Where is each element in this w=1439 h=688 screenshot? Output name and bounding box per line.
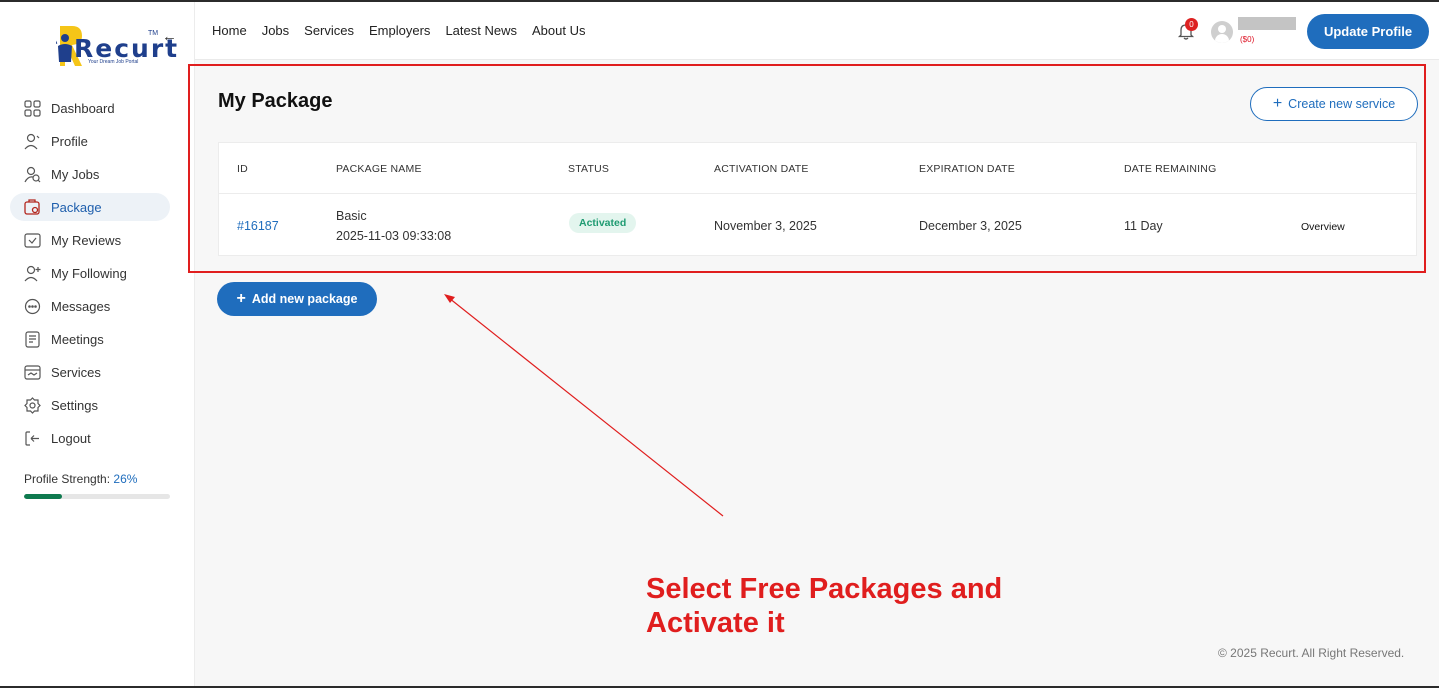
nav-link-latest-news[interactable]: Latest News <box>445 23 517 38</box>
following-icon <box>24 265 41 282</box>
sidebar-item-label: Dashboard <box>51 100 115 116</box>
sidebar-item-label: Logout <box>51 430 91 446</box>
create-new-service-label: Create new service <box>1288 97 1396 111</box>
profile-strength-bar <box>24 494 170 499</box>
page-title: My Package <box>218 90 333 112</box>
column-header-status: STATUS <box>568 163 610 175</box>
update-profile-button[interactable]: Update Profile <box>1307 14 1429 49</box>
overview-link[interactable]: Overview <box>1301 221 1345 233</box>
sidebar-item-label: Meetings <box>51 331 104 347</box>
settings-icon <box>24 396 41 414</box>
sidebar-item-label: Settings <box>51 397 98 413</box>
sidebar-item-services[interactable]: Services <box>10 358 170 386</box>
sidebar-item-messages[interactable]: Messages <box>10 292 170 320</box>
logo-trademark: TM <box>148 30 159 37</box>
sidebar-item-package[interactable]: Package <box>10 193 170 221</box>
sidebar-item-label: Package <box>51 199 102 215</box>
annotation-line-1: Select Free Packages and <box>646 573 1003 605</box>
column-header-activation-date: ACTIVATION DATE <box>714 163 809 175</box>
sidebar-item-label: Messages <box>51 298 111 314</box>
profile-strength-label: Profile Strength: <box>24 472 111 486</box>
footer-copyright: © 2025 Recurt. All Right Reserved. <box>1218 646 1405 660</box>
package-icon <box>24 198 41 216</box>
column-header-date-remaining: DATE REMAINING <box>1124 163 1217 175</box>
date-remaining: 11 Day <box>1124 219 1163 233</box>
sidebar-item-dashboard[interactable]: Dashboard <box>10 94 170 122</box>
jobs-icon <box>24 166 41 183</box>
top-nav: Home Jobs Services Employers Latest News… <box>212 23 585 38</box>
add-new-package-label: Add new package <box>251 292 358 306</box>
logo-tagline: Your Dream Job Portal <box>88 59 139 65</box>
sidebar-item-settings[interactable]: Settings <box>10 391 170 419</box>
sidebar-nav: Dashboard Profile My Jobs Package My Rev… <box>10 94 170 457</box>
column-header-expiration-date: EXPIRATION DATE <box>919 163 1015 175</box>
package-name: Basic <box>336 209 367 223</box>
nav-link-jobs[interactable]: Jobs <box>262 23 289 38</box>
status-badge: Activated <box>569 213 637 233</box>
annotation-text: Select Free Packages and Activate it <box>646 572 1066 640</box>
dashboard-icon <box>24 99 41 117</box>
sidebar-item-label: Services <box>51 364 101 380</box>
sidebar-item-label: My Following <box>51 265 127 281</box>
messages-icon <box>24 298 41 315</box>
top-header: Home Jobs Services Employers Latest News… <box>195 2 1439 60</box>
package-datetime: 2025-11-03 09:33:08 <box>336 229 452 243</box>
package-table: ID PACKAGE NAME STATUS ACTIVATION DATE E… <box>218 142 1417 256</box>
sidebar-item-label: My Jobs <box>51 166 100 182</box>
annotation-line-2: Activate it <box>646 607 785 639</box>
sidebar: Recurt TM Your Dream Job Portal ← Dashbo… <box>0 2 195 686</box>
table-header: ID PACKAGE NAME STATUS ACTIVATION DATE E… <box>219 143 1416 194</box>
sidebar-item-logout[interactable]: Logout <box>10 424 170 452</box>
sidebar-item-meetings[interactable]: Meetings <box>10 325 170 353</box>
column-header-id: ID <box>237 163 248 175</box>
add-new-package-button[interactable]: + Add new package <box>217 282 377 316</box>
plus-icon: + <box>236 290 246 307</box>
nav-link-services[interactable]: Services <box>304 23 354 38</box>
notification-count-badge: 0 <box>1185 18 1198 31</box>
collapse-sidebar-icon[interactable]: ← <box>162 28 177 45</box>
nav-link-home[interactable]: Home <box>212 23 247 38</box>
create-new-service-button[interactable]: + Create new service <box>1250 87 1418 121</box>
profile-icon <box>24 133 41 150</box>
avatar[interactable] <box>1211 21 1233 43</box>
column-header-package-name: PACKAGE NAME <box>336 163 422 175</box>
profile-strength-fill <box>24 494 62 499</box>
reviews-icon <box>24 232 41 249</box>
profile-strength: Profile Strength: 26% <box>24 472 137 486</box>
activation-date: November 3, 2025 <box>714 219 817 233</box>
sidebar-item-my-jobs[interactable]: My Jobs <box>10 160 170 188</box>
sidebar-item-label: My Reviews <box>51 232 122 248</box>
sidebar-item-my-reviews[interactable]: My Reviews <box>10 226 170 254</box>
sidebar-item-my-following[interactable]: My Following <box>10 259 170 287</box>
logo[interactable]: Recurt TM Your Dream Job Portal <box>22 24 177 74</box>
username-redacted[interactable] <box>1238 17 1296 30</box>
nav-link-employers[interactable]: Employers <box>369 23 430 38</box>
balance-text: ($0) <box>1240 35 1255 44</box>
services-icon <box>24 364 41 381</box>
sidebar-item-label: Profile <box>51 133 88 149</box>
plus-icon: + <box>1272 95 1283 112</box>
expiration-date: December 3, 2025 <box>919 219 1022 233</box>
sidebar-item-profile[interactable]: Profile <box>10 127 170 155</box>
package-id-link[interactable]: #16187 <box>237 219 279 233</box>
profile-strength-value: 26% <box>113 472 138 486</box>
logout-icon <box>24 430 41 447</box>
nav-link-about-us[interactable]: About Us <box>532 23 585 38</box>
meetings-icon <box>24 330 41 348</box>
